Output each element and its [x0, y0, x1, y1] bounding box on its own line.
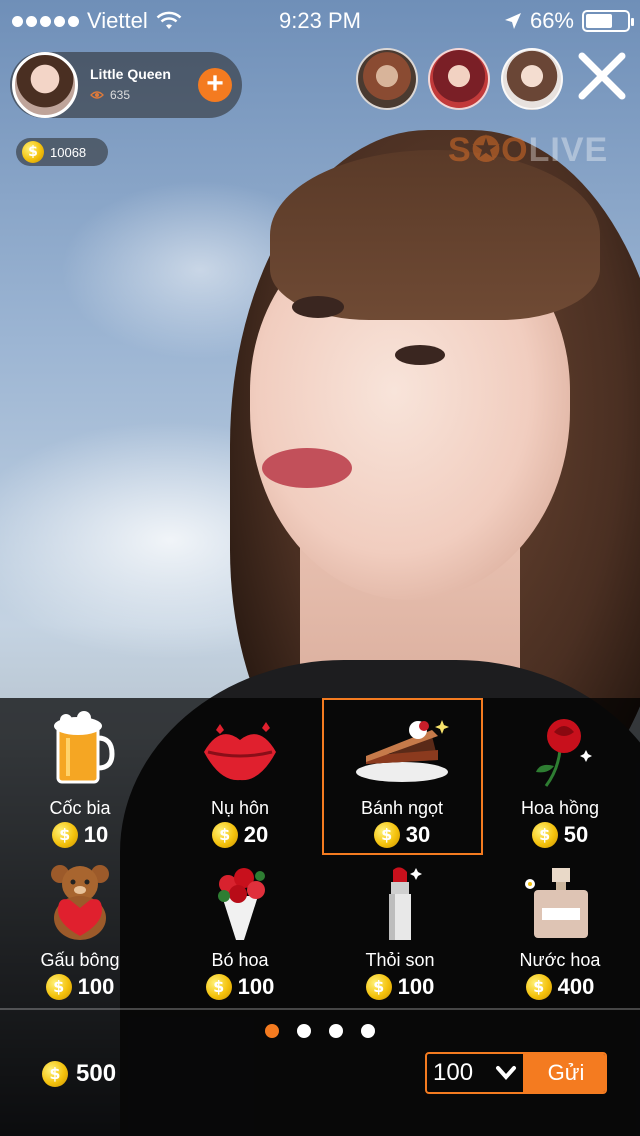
gift-label: Bánh ngọt: [360, 798, 444, 818]
gift-item-bouquet[interactable]: Bó hoa 100: [160, 850, 320, 1005]
viewer-avatar[interactable]: [428, 48, 490, 110]
gift-price: 30: [322, 822, 482, 848]
gift-label: Nước hoa: [519, 950, 601, 970]
app-watermark-logo: S✪OLIVE: [448, 131, 609, 169]
gift-label: Cốc bia: [49, 798, 111, 818]
view-count-value: 635: [110, 88, 131, 102]
gift-price: 10: [0, 822, 160, 848]
gift-label: Hoa hồng: [520, 798, 600, 818]
gift-item-lipstick[interactable]: Thỏi son 100: [320, 850, 480, 1005]
gift-item-perfume[interactable]: Nước hoa 400: [480, 850, 640, 1005]
coin-icon: [531, 822, 558, 848]
viewer-avatar[interactable]: [501, 48, 563, 110]
quantity-select[interactable]: 100: [427, 1054, 523, 1092]
coin-balance-value: 10068: [50, 144, 87, 160]
perfume-icon: [525, 868, 588, 938]
gift-price: 100: [160, 974, 320, 1000]
page-indicator[interactable]: [0, 1024, 640, 1038]
host-avatar[interactable]: [12, 52, 78, 118]
coin-icon: [45, 974, 72, 1000]
battery-percent: 66%: [529, 8, 574, 33]
send-gift-control: 100 Gửi: [425, 1052, 607, 1094]
gift-price: 400: [480, 974, 640, 1000]
gift-price: 100: [320, 974, 480, 1000]
gift-item-teddy-bear[interactable]: Gấu bông 100: [0, 850, 160, 1005]
coin-icon: [42, 1061, 68, 1087]
gift-item-cake[interactable]: Bánh ngọt 30: [322, 698, 483, 855]
gift-label: Gấu bông: [40, 950, 120, 970]
footer-balance: 500: [42, 1060, 116, 1088]
page-dot[interactable]: [265, 1024, 279, 1038]
gift-price: 100: [0, 974, 160, 1000]
battery-icon: [582, 10, 634, 32]
gift-label: Bó hoa: [211, 950, 269, 970]
coin-icon: [205, 974, 232, 1000]
status-bar: Viettel 9:23 PM 66%: [0, 0, 640, 40]
follow-button[interactable]: +: [198, 68, 232, 102]
page-dot[interactable]: [361, 1024, 375, 1038]
view-count: 635: [90, 88, 130, 102]
page-dot[interactable]: [329, 1024, 343, 1038]
gift-panel: Cốc bia 10 Nụ hôn 20 Bánh n: [0, 698, 640, 1136]
coin-icon: [525, 974, 552, 1000]
gift-item-beer[interactable]: Cốc bia 10: [0, 698, 160, 853]
host-info[interactable]: Little Queen 635 +: [10, 52, 242, 118]
teddy-bear-icon: [51, 865, 109, 940]
gift-item-rose[interactable]: Hoa hồng 50: [480, 698, 640, 853]
beer-icon: [54, 711, 115, 784]
coin-icon: [22, 141, 44, 163]
page-dot[interactable]: [297, 1024, 311, 1038]
coin-balance-badge: 10068: [16, 138, 108, 166]
gift-price: 50: [480, 822, 640, 848]
coin-icon: [373, 822, 400, 848]
viewer-avatar[interactable]: [356, 48, 418, 110]
location-arrow-icon: [504, 13, 521, 29]
quantity-value: 100: [433, 1059, 474, 1086]
gift-grid: Cốc bia 10 Nụ hôn 20 Bánh n: [0, 698, 640, 1008]
coin-icon: [365, 974, 392, 1000]
bouquet-icon: [218, 868, 265, 940]
gift-label: Thỏi son: [365, 950, 435, 970]
eye-icon: [90, 91, 104, 99]
lips-icon: [204, 722, 276, 781]
panel-divider: [0, 1008, 640, 1010]
coin-icon: [211, 822, 238, 848]
send-button[interactable]: Gửi: [523, 1054, 605, 1092]
coin-icon: [51, 822, 78, 848]
footer-balance-value: 500: [76, 1060, 117, 1087]
gift-price: 20: [160, 822, 320, 848]
lipstick-icon: [389, 867, 422, 940]
gift-item-kiss[interactable]: Nụ hôn 20: [160, 698, 320, 853]
chevron-down-icon: [496, 1066, 516, 1081]
gift-label: Nụ hôn: [210, 798, 270, 818]
host-name: Little Queen: [90, 66, 171, 82]
close-icon[interactable]: [576, 50, 628, 102]
cake-icon: [356, 720, 449, 782]
rose-icon: [536, 719, 592, 787]
